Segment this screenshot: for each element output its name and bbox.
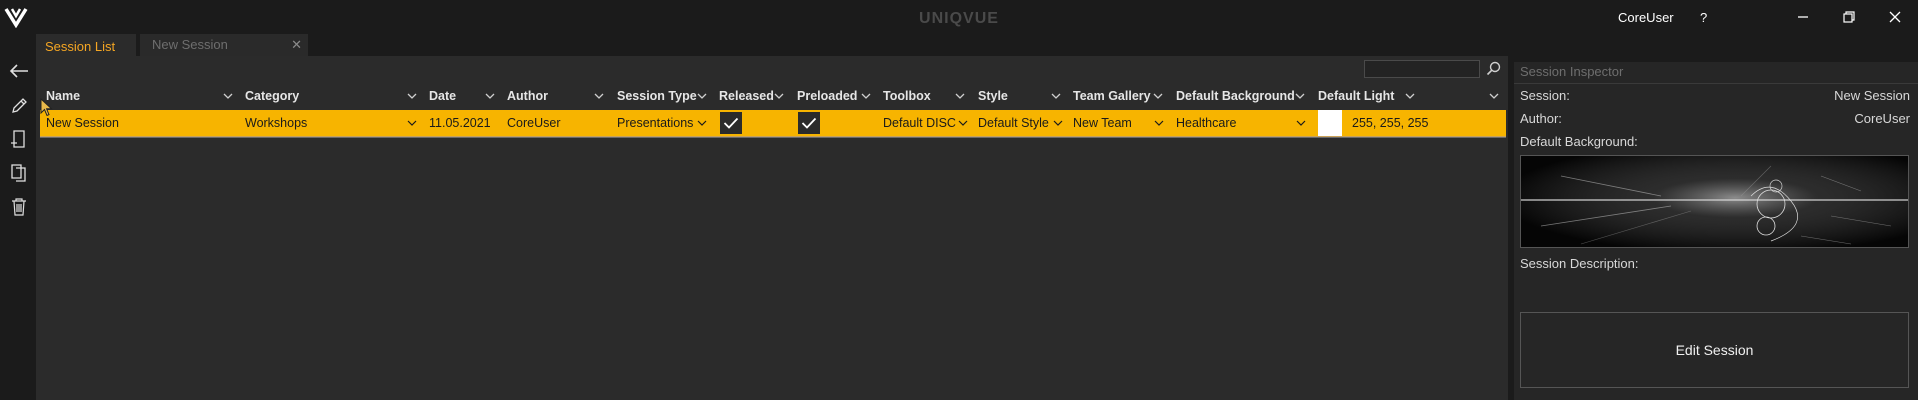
tab-close-icon[interactable]: ✕ xyxy=(291,34,302,55)
pencil-icon xyxy=(12,98,27,113)
trash-icon xyxy=(12,198,26,216)
chevron-down-icon[interactable] xyxy=(1296,118,1306,128)
session-list-panel xyxy=(36,56,1508,400)
tab-bar: Session List New Session ✕ xyxy=(36,34,1918,56)
help-button[interactable]: ? xyxy=(1700,10,1707,25)
chevron-down-icon[interactable] xyxy=(954,90,966,102)
chevron-down-icon[interactable] xyxy=(1404,90,1416,102)
close-button[interactable] xyxy=(1880,6,1910,28)
inspector-author-value: CoreUser xyxy=(1854,111,1910,126)
default-background-thumbnail xyxy=(1520,155,1909,248)
close-icon xyxy=(1889,11,1901,23)
table-header: Name Category Date Author Session Type R… xyxy=(40,86,1506,106)
chevron-down-icon[interactable] xyxy=(1050,90,1062,102)
chevron-down-icon[interactable] xyxy=(696,90,708,102)
restore-button[interactable] xyxy=(1834,6,1864,28)
cell-date[interactable]: 11.05.2021 xyxy=(429,110,491,136)
delete-button[interactable] xyxy=(6,194,32,220)
cell-author[interactable]: CoreUser xyxy=(507,110,561,136)
chevron-down-icon[interactable] xyxy=(484,90,496,102)
chevron-down-icon[interactable] xyxy=(406,90,418,102)
tab-label: New Session xyxy=(152,37,228,52)
cell-default-light[interactable]: 255, 255, 255 xyxy=(1352,110,1428,136)
inspector-description-label: Session Description: xyxy=(1520,256,1639,271)
column-header-team-gallery[interactable]: Team Gallery xyxy=(1073,86,1151,106)
cell-category[interactable]: Workshops xyxy=(245,110,307,136)
minimize-icon xyxy=(1798,16,1808,18)
chevron-down-icon[interactable] xyxy=(1053,118,1063,128)
chevron-down-icon[interactable] xyxy=(860,90,872,102)
column-header-released[interactable]: Released xyxy=(719,86,774,106)
column-header-preloaded[interactable]: Preloaded xyxy=(797,86,857,106)
sidebar xyxy=(0,34,36,400)
chevron-down-icon[interactable] xyxy=(773,90,785,102)
tab-new-session[interactable]: New Session ✕ xyxy=(140,34,308,56)
edit-button[interactable] xyxy=(6,93,32,119)
cell-name[interactable]: New Session xyxy=(46,110,119,136)
back-button[interactable] xyxy=(6,58,32,84)
new-session-button[interactable] xyxy=(6,126,32,152)
cell-style[interactable]: Default Style xyxy=(978,110,1049,136)
column-header-default-background[interactable]: Default Background xyxy=(1176,86,1295,106)
current-user[interactable]: CoreUser xyxy=(1618,10,1674,25)
chevron-down-icon[interactable] xyxy=(1154,118,1164,128)
cell-toolbox[interactable]: Default DISC xyxy=(883,110,956,136)
column-header-author[interactable]: Author xyxy=(507,86,548,106)
default-light-swatch[interactable] xyxy=(1318,110,1342,136)
column-header-toolbox[interactable]: Toolbox xyxy=(883,86,931,106)
chevron-down-icon[interactable] xyxy=(1294,90,1306,102)
inspector-author-label: Author: xyxy=(1520,111,1562,126)
title-bar: UNIQVUE CoreUser ? xyxy=(0,0,1918,34)
chevron-down-icon[interactable] xyxy=(1488,90,1500,102)
row-divider xyxy=(40,137,1506,138)
cell-team-gallery[interactable]: New Team xyxy=(1073,110,1132,136)
chevron-down-icon[interactable] xyxy=(222,90,234,102)
copy-icon xyxy=(11,164,26,182)
chevron-down-icon[interactable] xyxy=(958,118,968,128)
inspector-session-label: Session: xyxy=(1520,88,1570,103)
inspector-session-value: New Session xyxy=(1834,88,1910,103)
chevron-down-icon[interactable] xyxy=(697,118,707,128)
column-header-date[interactable]: Date xyxy=(429,86,456,106)
checkmark-icon xyxy=(801,117,817,129)
column-header-category[interactable]: Category xyxy=(245,86,299,106)
tab-session-list[interactable]: Session List xyxy=(36,34,136,56)
inspector-background-label: Default Background: xyxy=(1520,134,1638,149)
search-icon[interactable] xyxy=(1486,60,1502,78)
inspector-divider xyxy=(1514,83,1918,84)
column-header-session-type[interactable]: Session Type xyxy=(617,86,697,106)
search-input[interactable] xyxy=(1364,60,1480,78)
duplicate-button[interactable] xyxy=(6,160,32,186)
cell-default-background[interactable]: Healthcare xyxy=(1176,110,1236,136)
table-row[interactable]: New Session Workshops 11.05.2021 CoreUse… xyxy=(40,110,1506,138)
chevron-down-icon[interactable] xyxy=(407,118,417,128)
cell-session-type[interactable]: Presentations xyxy=(617,110,693,136)
mouse-cursor-icon xyxy=(40,98,53,117)
new-document-icon xyxy=(11,130,25,148)
arrow-left-icon xyxy=(9,64,28,78)
checkmark-icon xyxy=(723,117,739,129)
chevron-down-icon[interactable] xyxy=(1152,90,1164,102)
column-header-default-light[interactable]: Default Light xyxy=(1318,86,1394,106)
inspector-title: Session Inspector xyxy=(1520,64,1624,79)
restore-icon xyxy=(1843,11,1855,23)
released-checkbox[interactable] xyxy=(720,112,742,134)
column-header-style[interactable]: Style xyxy=(978,86,1008,106)
edit-session-button[interactable]: Edit Session xyxy=(1520,312,1909,388)
minimize-button[interactable] xyxy=(1788,6,1818,28)
chevron-down-icon[interactable] xyxy=(593,90,605,102)
preloaded-checkbox[interactable] xyxy=(798,112,820,134)
